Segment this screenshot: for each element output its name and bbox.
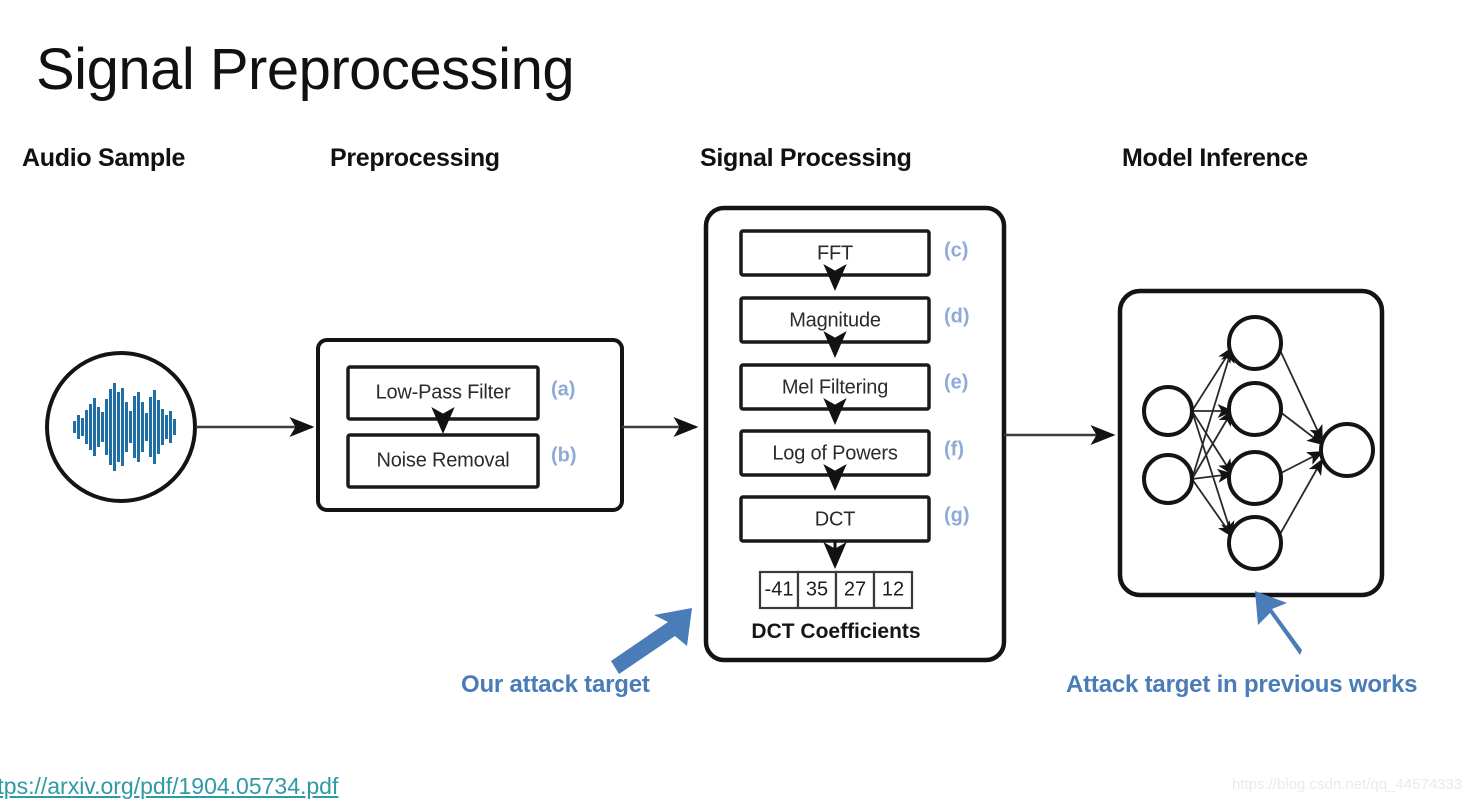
step-label-mel-filtering: Mel Filtering — [781, 376, 889, 399]
step-tag-b: (b) — [551, 444, 577, 467]
callout-arrow-previous-works — [1255, 591, 1302, 655]
nn-hidden-node — [1227, 515, 1283, 571]
nn-hidden-node — [1227, 381, 1283, 437]
callout-arrow-our-attack-target — [611, 608, 692, 674]
step-tag-g: (g) — [944, 504, 970, 527]
step-tag-c: (c) — [944, 239, 969, 262]
step-label-dct: DCT — [814, 508, 856, 531]
blog-watermark: https://blog.csdn.net/qq_44574333 — [1232, 776, 1463, 793]
step-label-noise-removal: Noise Removal — [376, 449, 510, 472]
step-label-low-pass-filter: Low-Pass Filter — [375, 381, 511, 404]
dct-coefficient-cell: 27 — [843, 578, 867, 601]
step-label-log-of-powers: Log of Powers — [772, 442, 898, 465]
dct-coefficient-cell: 35 — [805, 578, 829, 601]
audio-sample-circle — [45, 351, 197, 503]
step-label-fft: FFT — [816, 242, 854, 265]
nn-input-node — [1142, 385, 1194, 437]
dct-coefficient-cell: -41 — [764, 578, 794, 601]
dct-coefficient-cell: 12 — [881, 578, 905, 601]
slide-canvas: Signal Preprocessing Audio Sample Prepro… — [0, 0, 1474, 801]
callout-label-previous-attack-target: Attack target in previous works — [1066, 671, 1418, 698]
step-tag-e: (e) — [944, 371, 969, 394]
nn-hidden-node — [1227, 315, 1283, 371]
nn-output-node — [1319, 422, 1375, 478]
step-tag-a: (a) — [551, 378, 576, 401]
source-paper-link[interactable]: ttps://arxiv.org/pdf/1904.05734.pdf — [0, 773, 338, 800]
step-tag-f: (f) — [944, 438, 964, 461]
nn-hidden-node — [1227, 450, 1283, 506]
nn-input-node — [1142, 453, 1194, 505]
step-label-magnitude: Magnitude — [789, 309, 881, 332]
callout-label-our-attack-target: Our attack target — [461, 671, 650, 698]
step-tag-d: (d) — [944, 305, 970, 328]
dct-coefficients-caption: DCT Coefficients — [751, 620, 921, 643]
